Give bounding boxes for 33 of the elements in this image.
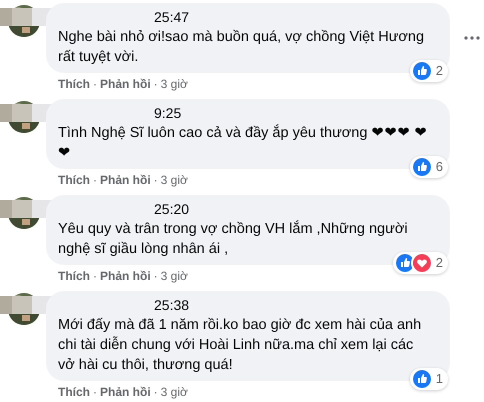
separator-dot: · [93,384,97,400]
reaction-badge[interactable]: 1 [410,368,448,390]
reaction-badge[interactable]: 2 [392,252,448,274]
action-link[interactable]: Phản hồi [100,384,151,400]
separator-dot: · [154,76,158,92]
comment-age: 3 giờ [160,172,188,188]
like-icon [410,156,433,178]
action-link[interactable]: Thích [58,172,90,188]
separator-dot: · [154,384,158,400]
separator-dot: · [93,76,97,92]
separator-dot: · [154,172,158,188]
comment-age: 3 giờ [160,268,188,284]
comment-time: 25:20 [153,202,190,217]
comment-age: 3 giờ [160,76,188,92]
action-link[interactable]: Thích [58,384,90,400]
heart-icon [410,252,433,274]
like-icon [410,60,433,82]
action-link[interactable]: Thích [58,268,90,284]
comment-age: 3 giờ [160,384,188,400]
separator-dot: · [154,268,158,284]
separator-dot: · [93,268,97,284]
comment-time: 25:47 [153,10,190,25]
separator-dot: · [93,172,97,188]
comment-time: 9:25 [153,106,182,121]
action-link[interactable]: Thích [58,76,90,92]
action-link[interactable]: Phản hồi [100,268,151,284]
comment-time: 25:38 [153,298,190,313]
action-link[interactable]: Phản hồi [100,76,151,92]
reaction-badge[interactable]: 2 [410,60,448,82]
action-link[interactable]: Phản hồi [100,172,151,188]
more-options-icon[interactable] [464,36,480,40]
reaction-badge[interactable]: 6 [410,156,448,178]
like-icon [410,368,433,390]
